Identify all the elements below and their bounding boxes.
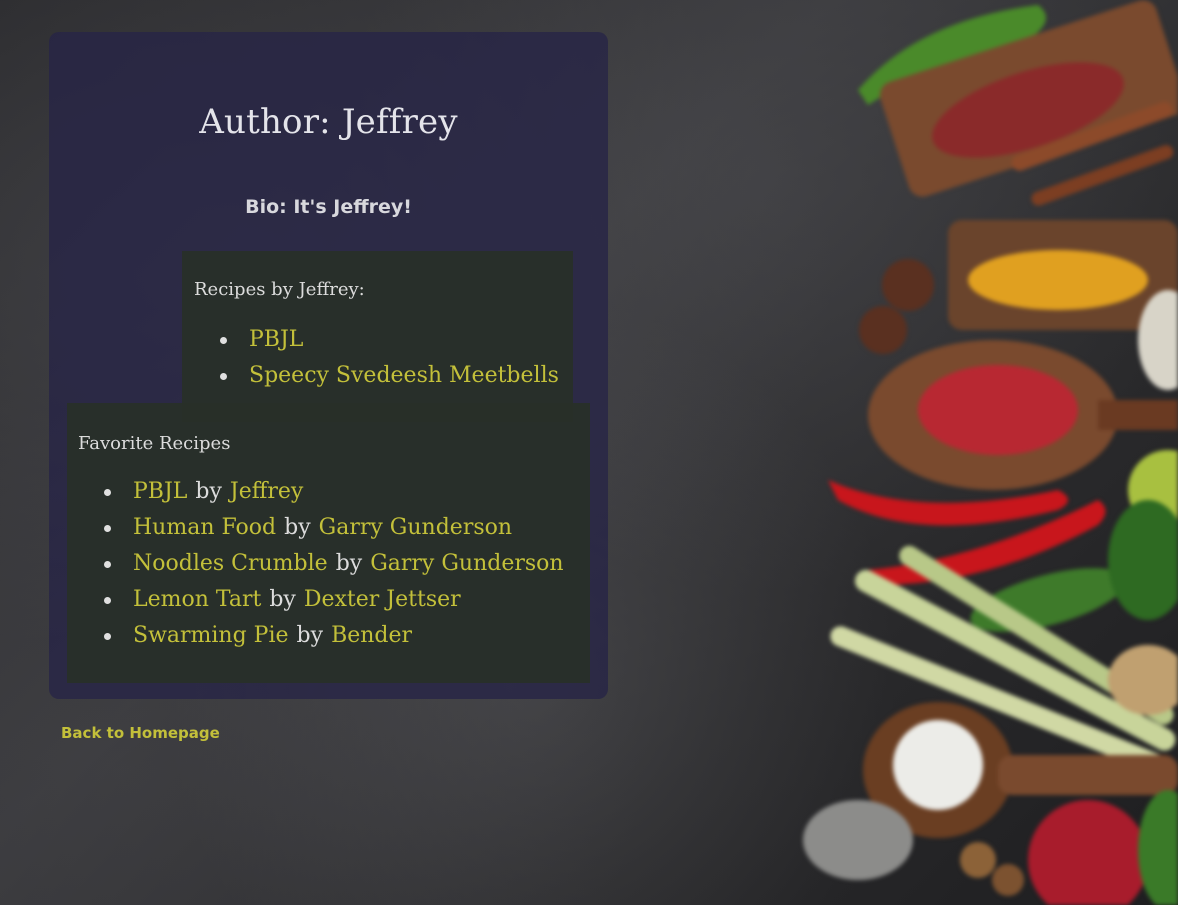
favorite-recipes-heading: Favorite Recipes <box>78 433 231 454</box>
author-link[interactable]: Garry Gunderson <box>319 515 512 540</box>
authored-recipes-list: PBJL Speecy Svedeesh Meetbells <box>220 322 559 394</box>
bullet-icon <box>104 633 111 640</box>
recipe-link[interactable]: Swarming Pie <box>133 623 289 648</box>
list-item: Lemon Tart by Dexter Jettser <box>104 582 564 618</box>
bullet-icon <box>104 561 111 568</box>
list-item: PBJL by Jeffrey <box>104 474 564 510</box>
bullet-icon <box>220 373 227 380</box>
list-item: Noodles Crumble by Garry Gunderson <box>104 546 564 582</box>
recipe-link[interactable]: PBJL <box>133 479 187 504</box>
author-link[interactable]: Garry Gunderson <box>370 551 563 576</box>
page-title: Author: Jeffrey <box>199 102 458 142</box>
by-label: by <box>195 479 222 504</box>
recipe-link[interactable]: Human Food <box>133 515 276 540</box>
bullet-icon <box>104 489 111 496</box>
recipe-link[interactable]: Speecy Svedeesh Meetbells <box>249 363 559 388</box>
by-label: by <box>296 623 324 648</box>
recipe-link[interactable]: PBJL <box>249 327 303 352</box>
list-item: PBJL <box>220 322 559 358</box>
list-item: Human Food by Garry Gunderson <box>104 510 564 546</box>
author-link[interactable]: Dexter Jettser <box>304 587 461 612</box>
list-item: Swarming Pie by Bender <box>104 618 564 654</box>
list-item: Speecy Svedeesh Meetbells <box>220 358 559 394</box>
author-link[interactable]: Jeffrey <box>230 479 303 504</box>
author-bio: Bio: It's Jeffrey! <box>245 196 412 218</box>
by-label: by <box>284 515 311 540</box>
bullet-icon <box>104 525 111 532</box>
recipe-link[interactable]: Lemon Tart <box>133 587 261 612</box>
by-label: by <box>335 551 363 576</box>
bullet-icon <box>220 337 227 344</box>
back-to-homepage-link[interactable]: Back to Homepage <box>61 724 220 742</box>
author-link[interactable]: Bender <box>331 623 412 648</box>
favorite-recipes-list: PBJL by Jeffrey Human Food by Garry Gunderso… <box>104 474 564 654</box>
authored-recipes-section: Recipes by Jeffrey: PBJL Speecy Svedeesh… <box>182 251 573 422</box>
recipe-link[interactable]: Noodles Crumble <box>133 551 328 576</box>
bullet-icon <box>104 597 111 604</box>
authored-recipes-heading: Recipes by Jeffrey: <box>194 279 365 300</box>
favorite-recipes-section: Favorite Recipes PBJL by Jeffrey Human Foo… <box>67 403 590 683</box>
food-background-image <box>798 0 1178 905</box>
by-label: by <box>269 587 296 612</box>
